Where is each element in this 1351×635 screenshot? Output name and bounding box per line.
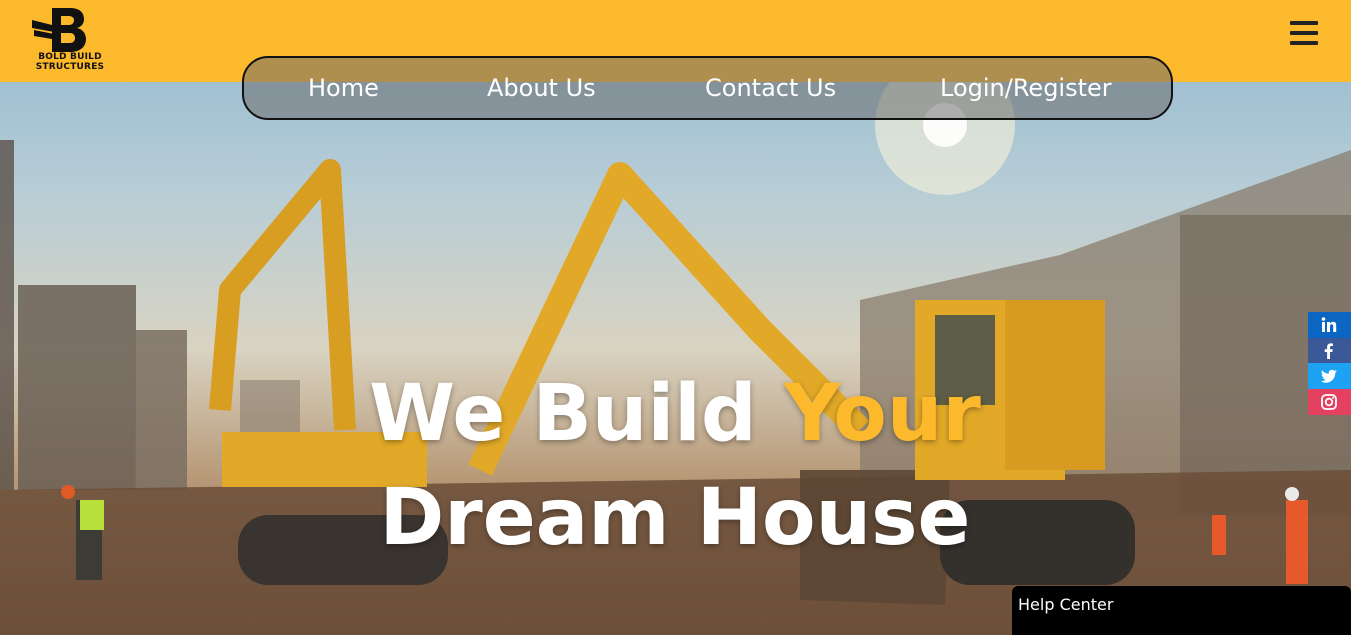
nav-home-link[interactable]: Home [308,74,379,102]
hamburger-menu-icon[interactable] [1288,18,1320,48]
social-links-bar [1308,312,1351,415]
nav-contact-us-link[interactable]: Contact Us [705,74,836,102]
facebook-link[interactable] [1308,338,1351,364]
logo-b-icon [32,8,86,52]
headline-line-2: Dream House [379,473,971,563]
hero-headline: We Build Your Dream House [330,362,1020,570]
nav-login-register-link[interactable]: Login/Register [940,74,1112,102]
instagram-link[interactable] [1308,389,1351,415]
headline-accent-word: Your [783,369,981,459]
main-navigation: Home About Us Contact Us Login/Register [242,56,1173,120]
menu-bar [1290,21,1318,25]
headline-part-1: We Build [369,369,784,459]
facebook-icon [1324,343,1333,359]
instagram-icon [1321,394,1337,410]
logo-line-2: STRUCTURES [35,62,105,72]
logo-text: BOLD BUILD STRUCTURES [22,52,118,72]
linkedin-link[interactable] [1308,312,1351,338]
twitter-icon [1320,369,1337,383]
menu-bar [1290,31,1318,35]
headline-line-1: We Build Your [369,369,981,459]
twitter-link[interactable] [1308,363,1351,389]
help-center-button[interactable]: Help Center [1012,586,1351,635]
nav-about-us-link[interactable]: About Us [487,74,596,102]
menu-bar [1290,41,1318,45]
linkedin-icon [1321,317,1337,332]
logo-line-1: BOLD BUILD [38,52,102,62]
help-center-label: Help Center [1018,595,1114,614]
brand-logo[interactable]: BOLD BUILD STRUCTURES [22,6,118,76]
